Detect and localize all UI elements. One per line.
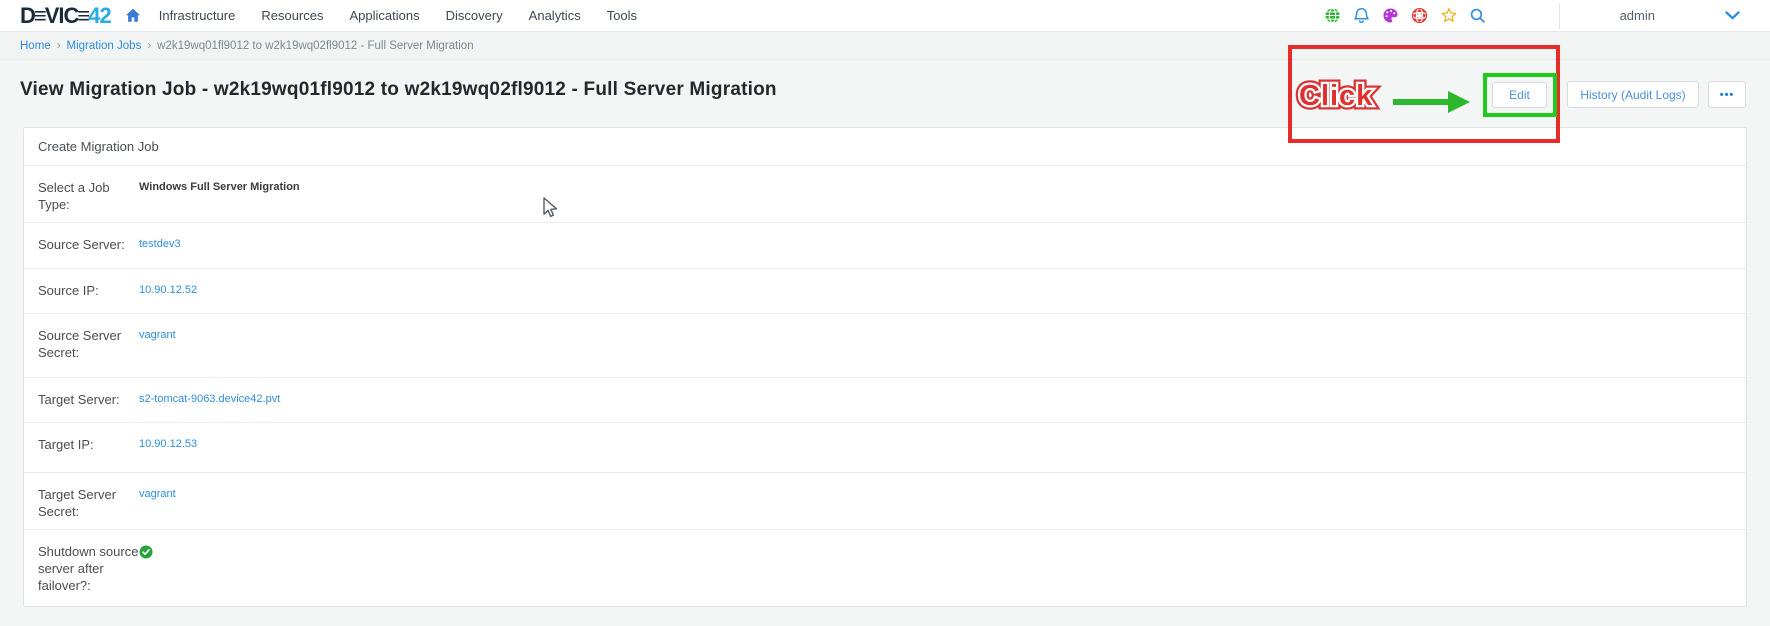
logo-text: 42 (88, 5, 110, 27)
topnav-icon-group (1324, 7, 1487, 25)
main-menu: Infrastructure Resources Applications Disco… (159, 8, 637, 23)
panel-row: Source IP: 10.90.12.52 (24, 269, 1746, 314)
value-link[interactable]: vagrant (139, 488, 176, 500)
value-link[interactable]: 10.90.12.52 (139, 284, 197, 296)
nav-item-discovery[interactable]: Discovery (446, 8, 503, 23)
search-icon[interactable] (1469, 7, 1487, 25)
row-value: 10.90.12.52 (139, 269, 197, 313)
logo-text: D (20, 5, 35, 27)
breadcrumb: Home › Migration Jobs › w2k19wq01fl9012 … (0, 32, 1770, 60)
chevron-down-icon[interactable] (1725, 11, 1740, 20)
value-link[interactable]: vagrant (139, 329, 176, 341)
device42-logo[interactable]: D≡VIC≡42 (20, 5, 111, 27)
row-value: vagrant (139, 314, 176, 377)
globe-icon[interactable] (1324, 7, 1342, 25)
row-value: vagrant (139, 473, 176, 529)
user-name: admin (1620, 8, 1655, 23)
migration-job-panel: Create Migration Job Select a Job Type: … (23, 127, 1747, 607)
edit-button[interactable]: Edit (1492, 82, 1547, 108)
row-value: s2-tomcat-9063.device42.pvt (139, 378, 280, 422)
support-ring-icon[interactable] (1411, 7, 1429, 25)
breadcrumb-separator: › (57, 40, 61, 52)
history-audit-logs-button[interactable]: History (Audit Logs) (1567, 81, 1699, 108)
panel-row: Select a Job Type: Windows Full Server M… (24, 166, 1746, 223)
topnav-right: admin (1324, 3, 1754, 29)
row-label: Source IP: (24, 269, 139, 313)
logo-text: VIC (45, 5, 79, 27)
theme-palette-icon[interactable] (1382, 7, 1400, 25)
panel-row: Target IP: 10.90.12.53 (24, 423, 1746, 473)
top-navigation-bar: D≡VIC≡42 Infrastructure Resources Applicat… (0, 0, 1770, 32)
row-label: Shutdown source server after failover?: (24, 530, 139, 606)
user-menu[interactable]: admin (1560, 8, 1754, 23)
nav-item-infrastructure[interactable]: Infrastructure (159, 8, 236, 23)
nav-item-tools[interactable]: Tools (607, 8, 637, 23)
breadcrumb-separator: › (147, 40, 151, 52)
row-label: Select a Job Type: (24, 166, 139, 222)
nav-item-resources[interactable]: Resources (261, 8, 323, 23)
panel-row: Target Server: s2-tomcat-9063.device42.p… (24, 378, 1746, 423)
row-value: Windows Full Server Migration (139, 166, 300, 222)
breadcrumb-link-migration-jobs[interactable]: Migration Jobs (67, 40, 142, 52)
row-label: Source Server Secret: (24, 314, 139, 377)
row-value: testdev3 (139, 223, 181, 268)
value-link[interactable]: s2-tomcat-9063.device42.pvt (139, 393, 280, 405)
value-link[interactable]: testdev3 (139, 238, 181, 250)
checked-icon (139, 530, 153, 606)
breadcrumb-current: w2k19wq01fl9012 to w2k19wq02fl9012 - Ful… (157, 40, 473, 52)
panel-header: Create Migration Job (24, 128, 1746, 166)
row-label: Target Server: (24, 378, 139, 422)
panel-row: Target Server Secret: vagrant (24, 473, 1746, 530)
more-actions-button[interactable]: ••• (1708, 81, 1746, 108)
panel-row: Shutdown source server after failover?: (24, 530, 1746, 606)
value-link[interactable]: 10.90.12.53 (139, 438, 197, 450)
row-value: 10.90.12.53 (139, 423, 197, 472)
panel-row: Source Server Secret: vagrant (24, 314, 1746, 378)
notifications-bell-icon[interactable] (1353, 7, 1371, 25)
row-label: Target IP: (24, 423, 139, 472)
nav-item-analytics[interactable]: Analytics (529, 8, 581, 23)
favorites-star-icon[interactable] (1440, 7, 1458, 25)
nav-item-applications[interactable]: Applications (349, 8, 419, 23)
row-label: Target Server Secret: (24, 473, 139, 529)
home-icon[interactable] (125, 8, 141, 23)
value-text: Windows Full Server Migration (139, 181, 300, 193)
row-label: Source Server: (24, 223, 139, 268)
breadcrumb-link-home[interactable]: Home (20, 40, 51, 52)
panel-row: Source Server: testdev3 (24, 223, 1746, 269)
